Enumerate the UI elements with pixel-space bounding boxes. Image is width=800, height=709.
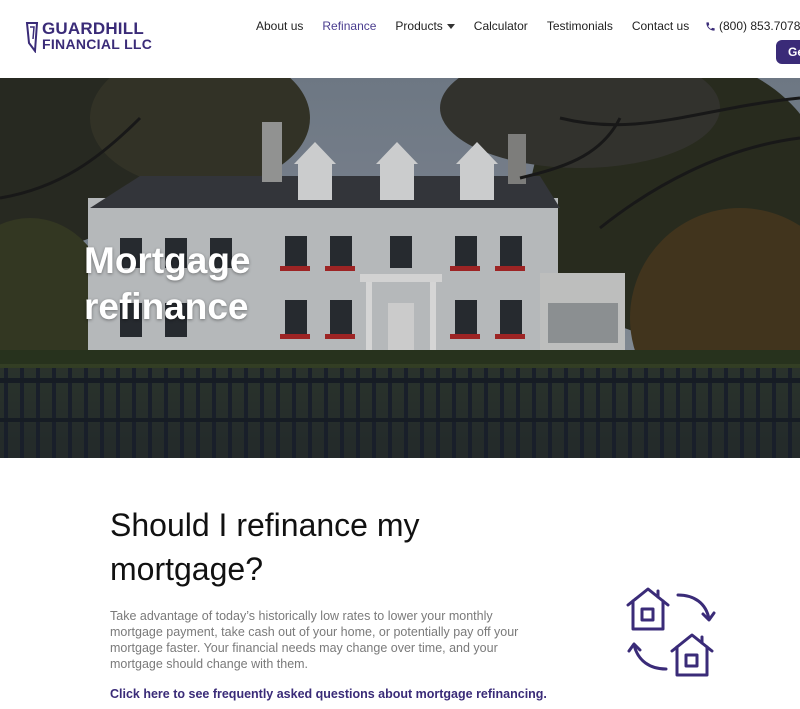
- hero-title-line1: Mortgage: [84, 240, 251, 281]
- logo-line2: FINANCIAL LLC: [42, 36, 153, 52]
- get-started-button[interactable]: Ge: [776, 40, 800, 64]
- phone-number: (800) 853.7078: [719, 19, 800, 33]
- hero-banner: Mortgage refinance: [0, 78, 800, 458]
- phone-icon: [706, 21, 715, 31]
- nav-about-us[interactable]: About us: [256, 18, 303, 34]
- intro-paragraph: Take advantage of today’s historically l…: [110, 609, 519, 671]
- nav-products[interactable]: Products: [395, 18, 455, 34]
- nav-calculator[interactable]: Calculator: [474, 18, 528, 34]
- site-header: GUARDHILL FINANCIAL LLC About us Refinan…: [0, 0, 800, 78]
- section-heading: Should I refinance my mortgage?: [110, 507, 420, 587]
- main-nav: About us Refinance Products Calculator T…: [256, 18, 708, 34]
- faq-link[interactable]: Click here to see frequently asked quest…: [110, 687, 547, 701]
- chevron-down-icon: [446, 24, 455, 30]
- nav-contact-us[interactable]: Contact us: [632, 18, 689, 34]
- hero-title-line2: refinance: [84, 286, 249, 327]
- nav-testimonials[interactable]: Testimonials: [547, 18, 613, 34]
- nav-products-label: Products: [395, 19, 443, 33]
- nav-refinance[interactable]: Refinance: [322, 18, 376, 34]
- logo[interactable]: GUARDHILL FINANCIAL LLC: [24, 19, 154, 55]
- phone-link[interactable]: (800) 853.7078: [705, 18, 800, 34]
- logo-line1: GUARDHILL: [42, 19, 144, 38]
- hero-title: Mortgage refinance: [84, 238, 251, 330]
- logo-mark-icon: [25, 22, 39, 53]
- house-refinance-icon: [626, 587, 716, 677]
